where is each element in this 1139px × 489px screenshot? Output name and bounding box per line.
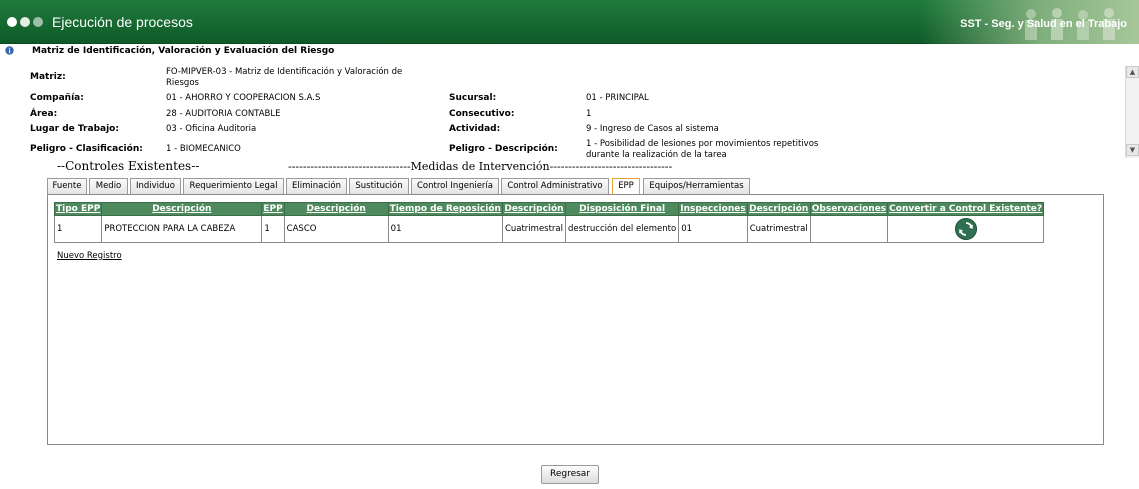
- matriz-value: FO-MIPVER-03 - Matriz de Identificación …: [166, 67, 403, 88]
- scroll-down-icon[interactable]: ▼: [1126, 144, 1139, 156]
- tab-control-ingenieria[interactable]: Control Ingeniería: [411, 178, 499, 194]
- col-disposicion-final[interactable]: Disposición Final: [564, 202, 680, 216]
- cell-descripcion-tiempo: Cuatrimestral: [501, 215, 567, 243]
- info-icon: [5, 46, 14, 55]
- tab-sustitucion[interactable]: Sustitución: [349, 178, 409, 194]
- col-observaciones[interactable]: Observaciones: [809, 202, 889, 216]
- nuevo-registro-link[interactable]: Nuevo Registro: [57, 251, 122, 261]
- epp-table: Tipo EPP Descripción EPP Descripción Tie…: [53, 202, 1045, 243]
- dot-icon: [7, 17, 17, 27]
- tab-control-administrativo[interactable]: Control Administrativo: [501, 178, 609, 194]
- matriz-label: Matriz:: [30, 72, 66, 82]
- compania-label: Compañía:: [30, 93, 84, 103]
- sucursal-label: Sucursal:: [449, 93, 497, 103]
- cell-inspecciones: 01: [678, 215, 748, 243]
- area-value: 28 - AUDITORIA CONTABLE: [166, 109, 281, 119]
- peligro-descripcion-label: Peligro - Descripción:: [449, 144, 558, 154]
- peligro-descripcion-value: 1 - Posibilidad de lesiones por movimien…: [586, 139, 819, 160]
- cell-descripcion-epp: CASCO: [283, 215, 389, 243]
- col-convertir[interactable]: Convertir a Control Existente?: [887, 202, 1045, 216]
- peligro-clasificacion-label: Peligro - Clasificación:: [30, 144, 143, 154]
- cell-disposicion-final: destrucción del elemento: [564, 215, 680, 243]
- col-inspecciones[interactable]: Inspecciones: [678, 202, 748, 216]
- controles-heading: --Controles Existentes--: [57, 159, 200, 173]
- col-epp[interactable]: EPP: [261, 202, 285, 216]
- scroll-up-icon[interactable]: ▲: [1126, 66, 1139, 78]
- consecutivo-value: 1: [586, 109, 592, 119]
- tab-fuente[interactable]: Fuente: [47, 178, 87, 194]
- cell-tiempo-reposicion: 01: [387, 215, 503, 243]
- tab-requerimiento-legal[interactable]: Requerimiento Legal: [183, 178, 284, 194]
- consecutivo-label: Consecutivo:: [449, 109, 515, 119]
- regresar-button[interactable]: Regresar: [541, 465, 599, 484]
- col-tipo-epp[interactable]: Tipo EPP: [53, 202, 103, 216]
- medidas-heading: ---------------------------------Medidas…: [288, 160, 673, 173]
- vertical-scrollbar[interactable]: ▲ ▼: [1125, 66, 1139, 158]
- tab-epp[interactable]: EPP: [612, 178, 640, 195]
- tab-individuo[interactable]: Individuo: [130, 178, 181, 194]
- tab-medio[interactable]: Medio: [89, 178, 128, 194]
- window-dots: [7, 17, 46, 28]
- cell-descripcion-tipo: PROTECCION PARA LA CABEZA: [101, 215, 263, 243]
- table-header-row: Tipo EPP Descripción EPP Descripción Tie…: [53, 202, 1045, 216]
- tab-eliminacion[interactable]: Eliminación: [286, 178, 347, 194]
- actividad-label: Actividad:: [449, 124, 501, 134]
- brand-text: SST - Seg. y Salud en el Trabajo: [960, 18, 1127, 30]
- sucursal-value: 01 - PRINCIPAL: [586, 93, 649, 103]
- page-title: Matriz de Identificación, Valoración y E…: [32, 46, 335, 56]
- brand-banner: SST - Seg. y Salud en el Trabajo: [919, 0, 1139, 44]
- lugar-label: Lugar de Trabajo:: [30, 124, 119, 134]
- compania-value: 01 - AHORRO Y COOPERACION S.A.S: [166, 93, 321, 103]
- app-title: Ejecución de procesos: [52, 14, 193, 30]
- lugar-value: 03 - Oficina Auditoria: [166, 124, 257, 134]
- dot-icon: [33, 17, 43, 27]
- tab-equipos-herramientas[interactable]: Equipos/Herramientas: [643, 178, 750, 194]
- cell-convertir: [887, 215, 1045, 243]
- cell-observaciones: [809, 215, 889, 243]
- table-row: 1 PROTECCION PARA LA CABEZA 1 CASCO 01 C…: [53, 215, 1045, 243]
- col-descripcion-tiempo[interactable]: Descripción: [501, 202, 567, 216]
- peligro-clasificacion-value: 1 - BIOMECANICO: [166, 144, 241, 154]
- title-bar: Ejecución de procesos SST - Seg. y Salud…: [0, 0, 1139, 44]
- col-descripcion-tipo[interactable]: Descripción: [101, 202, 263, 216]
- cell-tipo-epp: 1: [53, 215, 103, 243]
- dot-icon: [20, 17, 30, 27]
- refresh-icon[interactable]: [954, 218, 977, 240]
- cell-descripcion-inspecciones: Cuatrimestral: [746, 215, 811, 243]
- tab-panel: Tipo EPP Descripción EPP Descripción Tie…: [47, 194, 1104, 445]
- col-descripcion-inspecciones[interactable]: Descripción: [746, 202, 811, 216]
- actividad-value: 9 - Ingreso de Casos al sistema: [586, 124, 719, 134]
- col-tiempo-reposicion[interactable]: Tiempo de Reposición: [387, 202, 503, 216]
- area-label: Área:: [30, 109, 58, 119]
- col-descripcion-epp[interactable]: Descripción: [283, 202, 389, 216]
- cell-epp: 1: [261, 215, 285, 243]
